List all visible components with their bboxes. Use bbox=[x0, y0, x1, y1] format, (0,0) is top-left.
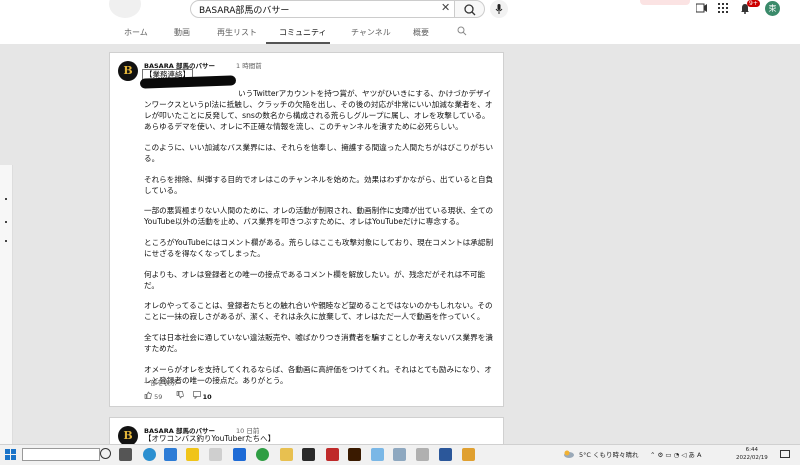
post-body: いうTwitterアカウントを持つ賞が、ヤツがひいきにする、かけづかデザインワー… bbox=[144, 79, 496, 395]
app-icon[interactable] bbox=[393, 448, 406, 461]
cortana-icon[interactable] bbox=[100, 448, 111, 459]
channel-logo[interactable] bbox=[109, 0, 141, 18]
store-icon[interactable] bbox=[209, 448, 222, 461]
community-post: B BASARA 部馬のバサー 1 時間前 【業務連絡】 いうTwitterアカ… bbox=[109, 52, 504, 407]
avatar[interactable]: 束 bbox=[765, 1, 780, 16]
list-dot bbox=[5, 240, 7, 242]
mic-icon bbox=[495, 4, 503, 14]
search-icon bbox=[464, 4, 476, 16]
side-panel bbox=[0, 165, 13, 450]
post-paragraph: 何よりも、オレは登録者との唯一の接点であるコメント欄を解放したい。が、残念だがそ… bbox=[144, 269, 486, 290]
post-paragraph: オメーらがオレを支持してくれるならば、各動画に高評価をつけてくれ。それはとても励… bbox=[144, 364, 492, 385]
post-paragraph: 一部の悪質極まりない人間のために、オレの活動が制限され、動画制作に支障が出ている… bbox=[144, 206, 494, 227]
like-count: 59 bbox=[154, 393, 163, 401]
tab-about[interactable]: 概要 bbox=[413, 27, 429, 38]
app-icon[interactable] bbox=[416, 448, 429, 461]
post-time[interactable]: 1 時間前 bbox=[236, 60, 262, 70]
thumbs-down-icon bbox=[177, 391, 185, 399]
comment-button[interactable]: 10 bbox=[192, 391, 212, 401]
channel-avatar[interactable]: B bbox=[118, 426, 138, 446]
illustrator-icon[interactable] bbox=[348, 448, 361, 461]
comment-icon bbox=[192, 391, 201, 400]
list-dot bbox=[5, 198, 7, 200]
decorative-bar bbox=[640, 0, 690, 5]
task-view-icon[interactable] bbox=[119, 448, 132, 461]
channel-avatar[interactable]: B bbox=[118, 61, 138, 81]
notification-center-icon[interactable] bbox=[780, 450, 790, 459]
close-icon[interactable]: ✕ bbox=[441, 1, 450, 14]
apps-grid-icon[interactable] bbox=[718, 3, 728, 16]
word-icon[interactable] bbox=[439, 448, 452, 461]
weather-icon[interactable] bbox=[563, 449, 575, 459]
mic-button[interactable] bbox=[490, 0, 508, 18]
app-icon[interactable] bbox=[280, 448, 293, 461]
tab-videos[interactable]: 動画 bbox=[174, 27, 190, 38]
taskbar: 5°C くもり時々晴れ ⌃ ⚙ ▭ ◔ ◁ あ A 6:44 2022/02/1… bbox=[0, 444, 800, 465]
post-paragraph: このように、いい加減なバス業界には、それらを信奉し、擁護する間違った人間たちがは… bbox=[144, 142, 494, 163]
create-video-icon[interactable] bbox=[695, 3, 707, 16]
post-title: 【オワコンバス釣りYouTuberたちへ】 bbox=[142, 434, 278, 444]
clock-time: 6:44 bbox=[745, 447, 759, 453]
windows-start-icon[interactable] bbox=[5, 449, 16, 460]
app-icon[interactable] bbox=[302, 448, 315, 461]
mail-icon[interactable] bbox=[233, 448, 246, 461]
channel-tabs: ホーム 動画 再生リスト コミュニティ チャンネル 概要 bbox=[0, 22, 800, 44]
acrobat-icon[interactable] bbox=[326, 448, 339, 461]
show-more-link[interactable]: 一部を表示 bbox=[144, 377, 177, 387]
search-box[interactable]: BASARA部馬のバサー ✕ bbox=[190, 0, 455, 18]
tab-community[interactable]: コミュニティ bbox=[279, 27, 327, 38]
clock-date: 2022/02/19 bbox=[736, 455, 768, 461]
search-input[interactable]: BASARA部馬のバサー bbox=[199, 3, 289, 16]
clock[interactable]: 6:44 2022/02/19 bbox=[736, 446, 768, 462]
post-paragraph: 全ては日本社会に通していない違法販売や、嘘ばかりつき消費者を騙すことしか考えない… bbox=[144, 333, 493, 354]
comment-count: 10 bbox=[202, 393, 212, 401]
tab-playlists[interactable]: 再生リスト bbox=[217, 27, 257, 38]
post-actions: 59 10 bbox=[144, 391, 218, 401]
app-icon[interactable] bbox=[462, 448, 475, 461]
post-paragraph: ところがYouTubeにはコメント欄がある。荒らしはここも攻撃対象にしており、現… bbox=[144, 237, 494, 259]
list-dot bbox=[5, 221, 7, 223]
edge-icon[interactable] bbox=[143, 448, 156, 461]
like-button[interactable]: 59 bbox=[144, 391, 170, 401]
thumbs-up-icon bbox=[144, 391, 152, 399]
channel-search-icon[interactable] bbox=[457, 26, 467, 39]
system-tray-icons[interactable]: ⌃ ⚙ ▭ ◔ ◁ あ A bbox=[650, 449, 701, 459]
dislike-button[interactable] bbox=[176, 391, 186, 401]
folder-icon[interactable] bbox=[186, 448, 199, 461]
app-icon[interactable] bbox=[371, 448, 384, 461]
post-paragraph: それらを排除、糾弾する目的でオレはこのチャンネルを始めた。効果はわずかながら、出… bbox=[144, 174, 494, 195]
search-button[interactable] bbox=[455, 0, 485, 18]
top-bar: BASARA部馬のバサー ✕ 9+ 束 bbox=[0, 0, 800, 22]
app-icon[interactable] bbox=[164, 448, 177, 461]
weather-text[interactable]: 5°C くもり時々晴れ bbox=[579, 449, 639, 459]
post-paragraph: いうTwitterアカウントを持つ賞が、ヤツがひいきにする、かけづかデザインワー… bbox=[144, 89, 493, 132]
post-paragraph: オレのやってることは、登録者たちとの触れ合いや親睦など望めることではないのかもし… bbox=[144, 301, 493, 322]
notification-badge: 9+ bbox=[747, 0, 760, 7]
tab-channels[interactable]: チャンネル bbox=[351, 27, 391, 38]
chrome-icon[interactable] bbox=[256, 448, 269, 461]
tab-home[interactable]: ホーム bbox=[124, 27, 148, 38]
taskbar-search-box[interactable] bbox=[22, 448, 100, 461]
active-tab-indicator bbox=[266, 42, 330, 44]
